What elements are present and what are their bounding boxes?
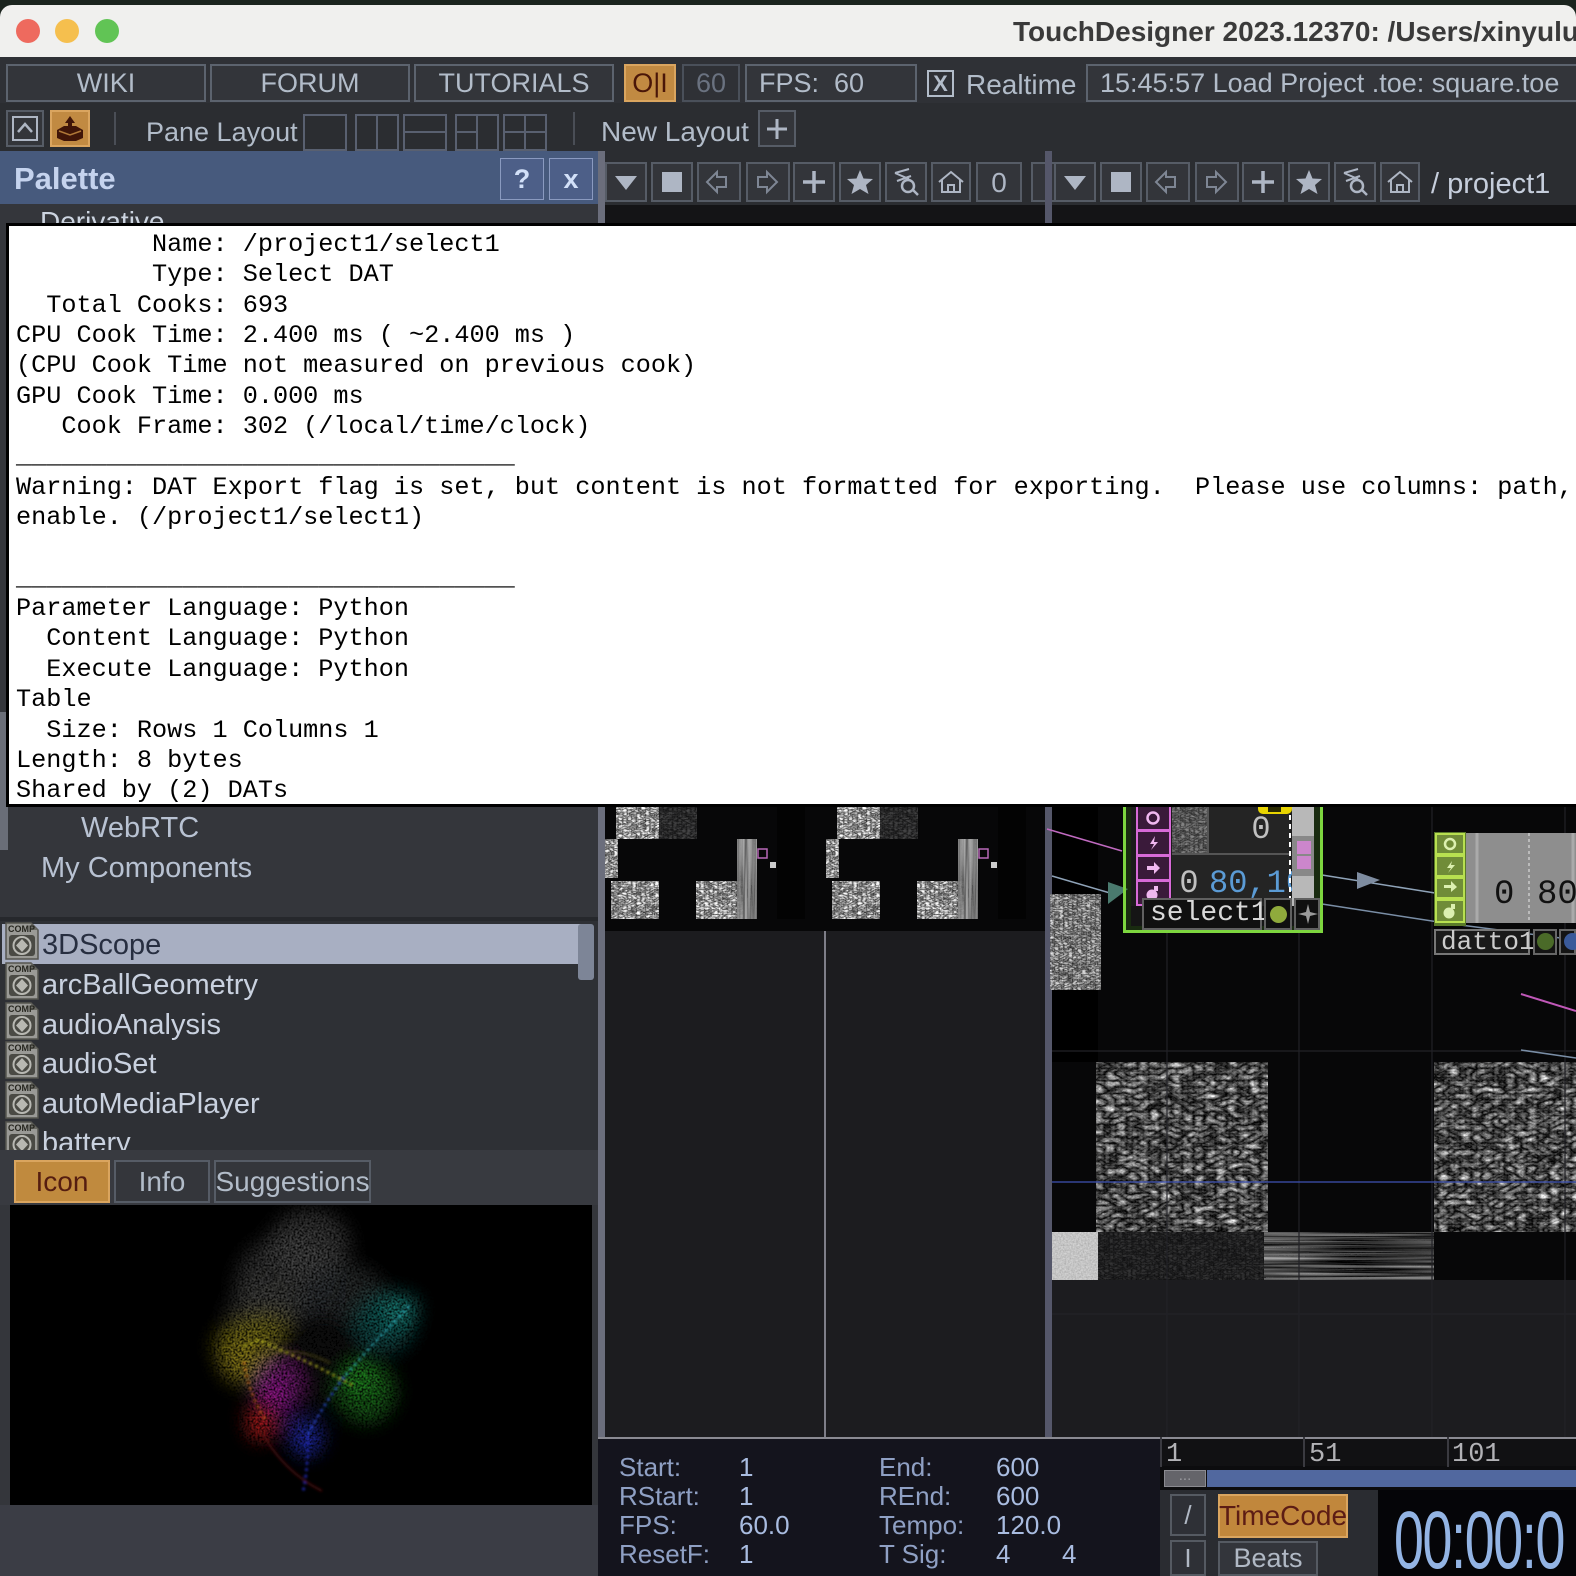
svg-text:0: 0: [1179, 865, 1198, 902]
svg-text:0: 0: [1494, 876, 1514, 914]
svg-text:0: 0: [991, 167, 1007, 198]
svg-text:80_1: 80_1: [1537, 876, 1576, 914]
svg-text:/ project1: / project1: [1431, 168, 1550, 200]
svg-text:0: 0: [1251, 811, 1270, 848]
